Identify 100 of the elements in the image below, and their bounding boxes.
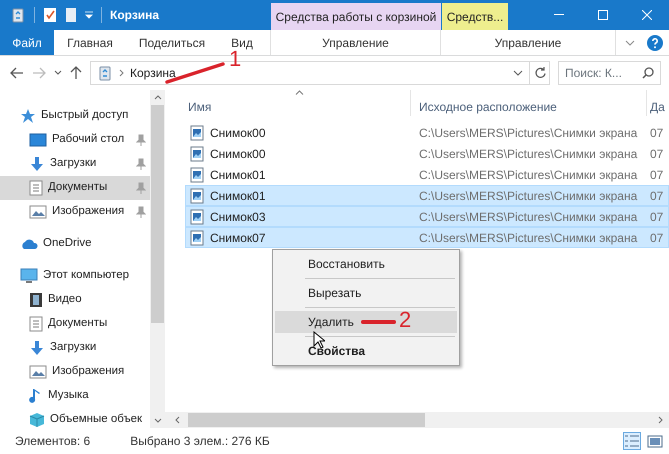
sort-caret-icon[interactable] [294,90,304,95]
file-date: 07 [650,210,664,224]
menu-item[interactable]: Восстановить [275,253,457,275]
nav-item[interactable]: Загрузки [0,336,150,360]
file-row[interactable]: Снимок03 C:\Users\MERS\Pictures\Снимки экрана 07 [185,206,669,227]
file-location: C:\Users\MERS\Pictures\Снимки экрана [419,126,638,140]
star-icon [20,108,36,124]
nav-item[interactable]: Быстрый доступ [0,104,150,128]
nav-item[interactable]: Документы [0,176,150,200]
selection-info: Выбрано 3 элем.: 276 КБ [130,433,270,450]
image-file-icon [190,208,204,224]
nav-item[interactable]: Документы [0,312,150,336]
large-icons-view-icon [647,434,663,448]
pin-icon [136,134,146,146]
column-header[interactable]: Да [650,98,665,116]
ribbon-tab[interactable]: Управление [440,30,616,55]
details-view-icon [624,434,640,448]
ribbon-tab[interactable]: Поделиться [126,30,218,55]
file-tab[interactable]: Файл [0,30,54,55]
minimize-icon[interactable] [554,14,564,16]
nav-item[interactable]: OneDrive [0,232,150,256]
monitor-icon [20,268,38,284]
refresh-icon[interactable] [534,67,546,79]
image-file-icon [190,230,204,246]
nav-item[interactable]: Объемные объек [0,408,150,428]
file-name: Снимок01 [210,188,266,204]
search-icon[interactable] [642,67,654,79]
address-path: Корзина [130,65,176,82]
maximize-icon[interactable] [598,10,608,20]
help-icon[interactable] [647,34,663,50]
contextual-tab-header: Средства работы с корзиной [271,3,441,30]
download-arrow-icon [29,340,45,356]
file-name: Снимок00 [210,146,266,162]
cloud-icon [20,237,38,251]
download-arrow-icon [29,156,45,172]
pin-icon [136,158,146,170]
scroll-right-icon[interactable] [658,416,663,424]
file-name: Снимок01 [210,166,266,184]
close-icon[interactable] [642,10,652,20]
ribbon-tab[interactable]: Главная [54,30,126,55]
file-location: C:\Users\MERS\Pictures\Снимки экрана [419,188,638,202]
nav-item[interactable]: Изображения [0,200,150,224]
image-icon [29,365,47,379]
recycle-bin-icon [97,65,113,81]
file-date: 07 [650,168,664,182]
scrollbar-thumb[interactable] [151,105,164,323]
menu-item[interactable]: Свойства [275,340,457,362]
file-name: Снимок00 [210,124,266,142]
search-field[interactable]: Поиск: К... [558,61,661,85]
scrollbar-thumb[interactable] [188,413,425,427]
scroll-down-icon[interactable] [154,418,162,423]
file-row[interactable]: Снимок07 C:\Users\MERS\Pictures\Снимки экрана 07 [185,227,669,248]
document-icon [29,180,43,196]
window-title: Корзина [110,7,160,24]
desktop-icon [29,133,47,147]
column-header[interactable]: Имя [188,98,212,116]
details-view-button[interactable] [623,432,641,450]
annotation-number: 2 [399,309,412,331]
file-name: Снимок07 [210,230,266,246]
file-date: 07 [650,126,664,140]
breadcrumb-chevron-icon [119,69,124,77]
image-file-icon [190,166,204,182]
nav-item[interactable]: Музыка [0,384,150,408]
nav-item[interactable]: Рабочий стол [0,128,150,152]
pin-icon [136,182,146,194]
file-location: C:\Users\MERS\Pictures\Снимки экрана [419,210,638,224]
nav-item[interactable]: Загрузки [0,152,150,176]
properties-icon[interactable] [43,7,57,23]
pin-icon [136,206,146,218]
chevron-down-icon[interactable] [625,40,635,46]
cube-icon [29,412,45,428]
recycle-bin-icon [10,7,26,23]
file-row[interactable]: Снимок01 C:\Users\MERS\Pictures\Снимки экрана 07 [185,164,669,185]
music-note-icon [29,388,43,404]
nav-item[interactable]: Этот компьютер [0,264,150,288]
file-row[interactable]: Снимок00 C:\Users\MERS\Pictures\Снимки экрана 07 [185,143,669,164]
column-header[interactable]: Исходное расположение [419,98,557,116]
film-icon [29,292,43,308]
scroll-up-icon[interactable] [154,95,162,100]
nav-item[interactable]: Изображения [0,360,150,384]
file-row[interactable]: Снимок00 C:\Users\MERS\Pictures\Снимки экрана 07 [185,122,669,143]
ribbon-tab[interactable]: Управление [270,30,440,55]
search-placeholder: Поиск: К... [565,65,623,82]
scroll-left-icon[interactable] [175,416,180,424]
back-arrow-icon[interactable] [10,67,24,79]
up-arrow-icon[interactable] [70,66,82,80]
history-dropdown-icon[interactable] [54,70,62,76]
file-location: C:\Users\MERS\Pictures\Снимки экрана [419,146,638,160]
chevron-down-icon[interactable] [513,70,523,76]
file-date: 07 [650,230,664,244]
file-date: 07 [650,146,664,160]
nav-item[interactable]: Видео [0,288,150,312]
file-row[interactable]: Снимок01 C:\Users\MERS\Pictures\Снимки экрана 07 [185,185,669,206]
item-count: Элементов: 6 [15,433,90,450]
file-date: 07 [650,188,664,202]
document-icon [29,316,43,332]
menu-item[interactable]: Вырезать [275,282,457,304]
dropdown-icon[interactable] [85,11,93,19]
image-icon [29,205,47,219]
file-location: C:\Users\MERS\Pictures\Снимки экрана [419,230,638,244]
